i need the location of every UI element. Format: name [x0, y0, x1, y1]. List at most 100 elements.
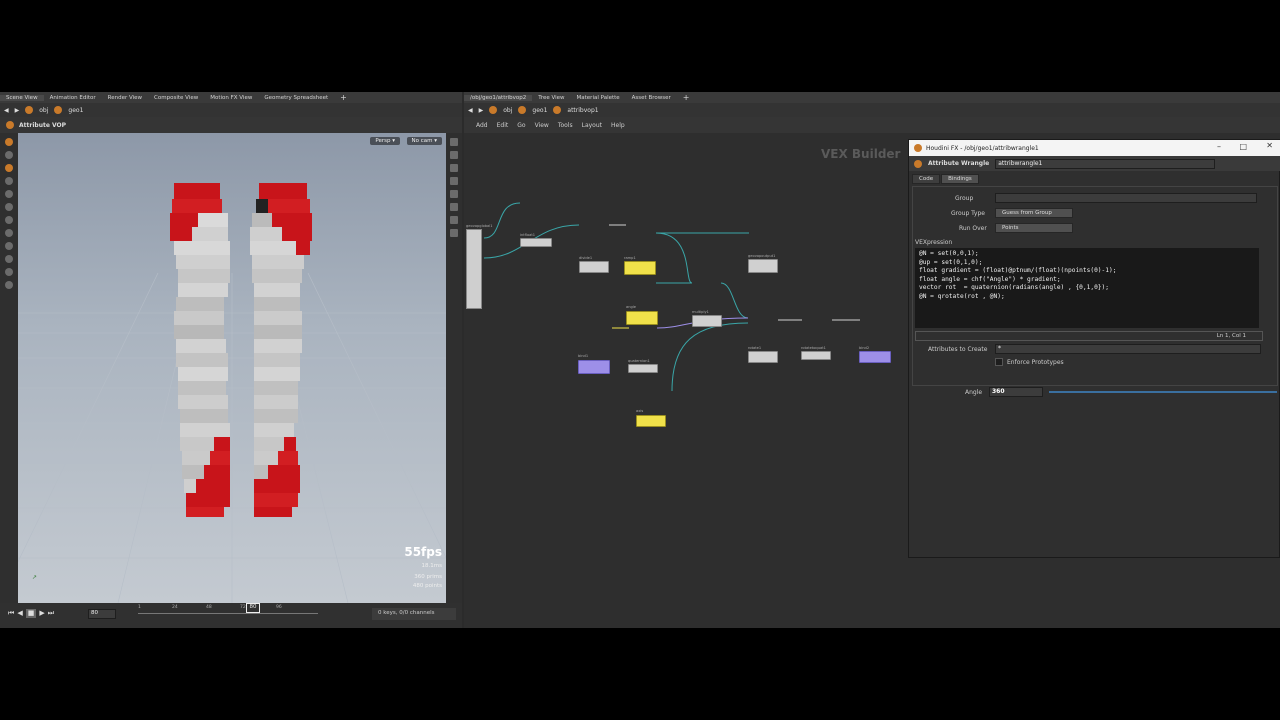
tab-network[interactable]: /obj/geo1/attribvop2: [464, 94, 533, 101]
node-intfloat[interactable]: [520, 238, 552, 247]
node-axis[interactable]: [636, 415, 666, 427]
camera-icon[interactable]: [5, 281, 13, 289]
menu-go[interactable]: Go: [517, 122, 525, 129]
vop-icon: [553, 106, 562, 114]
node-angle[interactable]: [626, 311, 658, 325]
attrs-field[interactable]: *: [995, 344, 1261, 354]
scale-icon[interactable]: [5, 216, 13, 224]
display-option-icon-3[interactable]: [450, 164, 458, 172]
display-option-icon-7[interactable]: [450, 216, 458, 224]
move-icon[interactable]: [5, 190, 13, 198]
back-arrow-icon[interactable]: ◀: [468, 107, 473, 114]
select-icon[interactable]: [5, 138, 13, 146]
snap-icon[interactable]: [5, 242, 13, 250]
node-label: divide1: [579, 256, 593, 260]
forward-arrow-icon[interactable]: ▶: [15, 107, 20, 114]
group-field[interactable]: [995, 193, 1257, 203]
run-over-dropdown[interactable]: Points: [995, 223, 1073, 233]
fps-readout: 55fps: [404, 545, 442, 559]
node-bind2[interactable]: [859, 351, 891, 363]
display-toolbar: [446, 133, 462, 603]
display-option-icon-4[interactable]: [450, 177, 458, 185]
rotate-icon[interactable]: [5, 203, 13, 211]
back-arrow-icon[interactable]: ◀: [4, 107, 9, 114]
node-ramp[interactable]: [624, 261, 656, 275]
tab-composite-view[interactable]: Composite View: [148, 95, 204, 101]
display-option-icon-2[interactable]: [450, 151, 458, 159]
path-geo[interactable]: geo1: [68, 107, 83, 114]
menu-layout[interactable]: Layout: [582, 122, 602, 129]
enforce-checkbox[interactable]: [995, 358, 1003, 366]
group-type-dropdown[interactable]: Guess from Group: [995, 208, 1073, 218]
node-geovopglobal[interactable]: [466, 229, 482, 309]
pose-icon[interactable]: [5, 164, 13, 172]
tab-geometry-spreadsheet[interactable]: Geometry Spreadsheet: [258, 95, 334, 101]
first-frame-icon[interactable]: ⏮: [8, 609, 14, 618]
path-obj[interactable]: obj: [503, 107, 512, 114]
node-rotatetoquat[interactable]: [801, 351, 831, 360]
frame-field[interactable]: 80: [88, 609, 116, 619]
display-option-icon-8[interactable]: [450, 229, 458, 237]
camera-dropdown[interactable]: No cam ▾: [406, 137, 442, 145]
right-path-bar: ◀ ▶ obj geo1 attribvop1: [464, 103, 1280, 117]
play-icon[interactable]: ▶: [39, 609, 44, 618]
light-icon[interactable]: [5, 268, 13, 276]
display-option-icon-1[interactable]: [450, 138, 458, 146]
tab-code[interactable]: Code: [912, 174, 941, 184]
maximize-icon[interactable]: □: [1239, 142, 1247, 151]
tab-asset-browser[interactable]: Asset Browser: [626, 95, 677, 101]
playhead[interactable]: 80: [246, 603, 260, 613]
angle-field[interactable]: 360: [989, 387, 1043, 397]
tab-bindings[interactable]: Bindings: [941, 174, 979, 184]
node-label: intfloat1: [520, 233, 536, 237]
view-icon[interactable]: [5, 177, 13, 185]
path-vop[interactable]: attribvop1: [567, 107, 598, 114]
tab-render-view[interactable]: Render View: [102, 95, 148, 101]
tab-scene-view[interactable]: Scene View: [0, 94, 44, 101]
menu-view[interactable]: View: [535, 122, 549, 129]
node-divide[interactable]: [579, 261, 609, 273]
magnet-icon[interactable]: [5, 255, 13, 263]
node-name-field[interactable]: attribwrangle1: [995, 158, 1216, 169]
tab-tree-view[interactable]: Tree View: [532, 95, 570, 101]
display-option-icon-6[interactable]: [450, 203, 458, 211]
persp-dropdown[interactable]: Persp ▾: [370, 137, 400, 145]
tab-material-palette[interactable]: Material Palette: [571, 95, 626, 101]
code-editor[interactable]: @N = set(0,0,1); @up = set(0,1,0); float…: [915, 248, 1259, 328]
viewport[interactable]: Persp ▾ No cam ▾ 55fps 18.1ms 360 prims …: [18, 133, 446, 603]
angle-slider[interactable]: [1049, 391, 1277, 393]
menu-edit[interactable]: Edit: [497, 122, 509, 129]
stop-icon[interactable]: ■: [25, 609, 37, 618]
node-quaternion[interactable]: [628, 364, 658, 373]
last-frame-icon[interactable]: ⏭: [48, 609, 54, 618]
code-status-bar: Ln 1, Col 1: [915, 331, 1263, 341]
path-obj[interactable]: obj: [39, 107, 48, 114]
menu-add[interactable]: Add: [476, 122, 488, 129]
tab-animation-editor[interactable]: Animation Editor: [44, 95, 102, 101]
prev-frame-icon[interactable]: ◀: [17, 609, 22, 618]
forward-arrow-icon[interactable]: ▶: [479, 107, 484, 114]
add-tab-icon[interactable]: +: [677, 93, 696, 102]
node-geovopoutput[interactable]: [748, 259, 778, 273]
timeline: ⏮ ◀ ■ ▶ ⏭ 80 1 24 48 72 96 80 0 keys, 0/…: [0, 603, 462, 628]
code-line-1: @N = set(0,0,1);: [919, 250, 979, 257]
node-bind1[interactable]: [578, 360, 610, 374]
wrangle-icon: [914, 159, 922, 168]
tab-motion-fx-view[interactable]: Motion FX View: [204, 95, 258, 101]
node-multiply[interactable]: [692, 315, 722, 327]
close-icon[interactable]: ✕: [1266, 141, 1273, 150]
left-path-bar: ◀ ▶ obj geo1: [0, 103, 462, 117]
brush-icon[interactable]: [5, 229, 13, 237]
display-option-icon-5[interactable]: [450, 190, 458, 198]
window-titlebar: Houdini FX - /obj/geo1/attribwrangle1 – …: [909, 140, 1280, 156]
minimize-icon[interactable]: –: [1217, 142, 1221, 151]
path-geo[interactable]: geo1: [532, 107, 547, 114]
tick-label: 72: [240, 605, 246, 610]
timeline-track[interactable]: [138, 613, 318, 614]
add-tab-icon[interactable]: +: [334, 93, 353, 102]
node-label: axis: [636, 409, 644, 413]
handle-icon[interactable]: [5, 151, 13, 159]
menu-tools[interactable]: Tools: [558, 122, 573, 129]
menu-help[interactable]: Help: [611, 122, 625, 129]
node-rotate[interactable]: [748, 351, 778, 363]
